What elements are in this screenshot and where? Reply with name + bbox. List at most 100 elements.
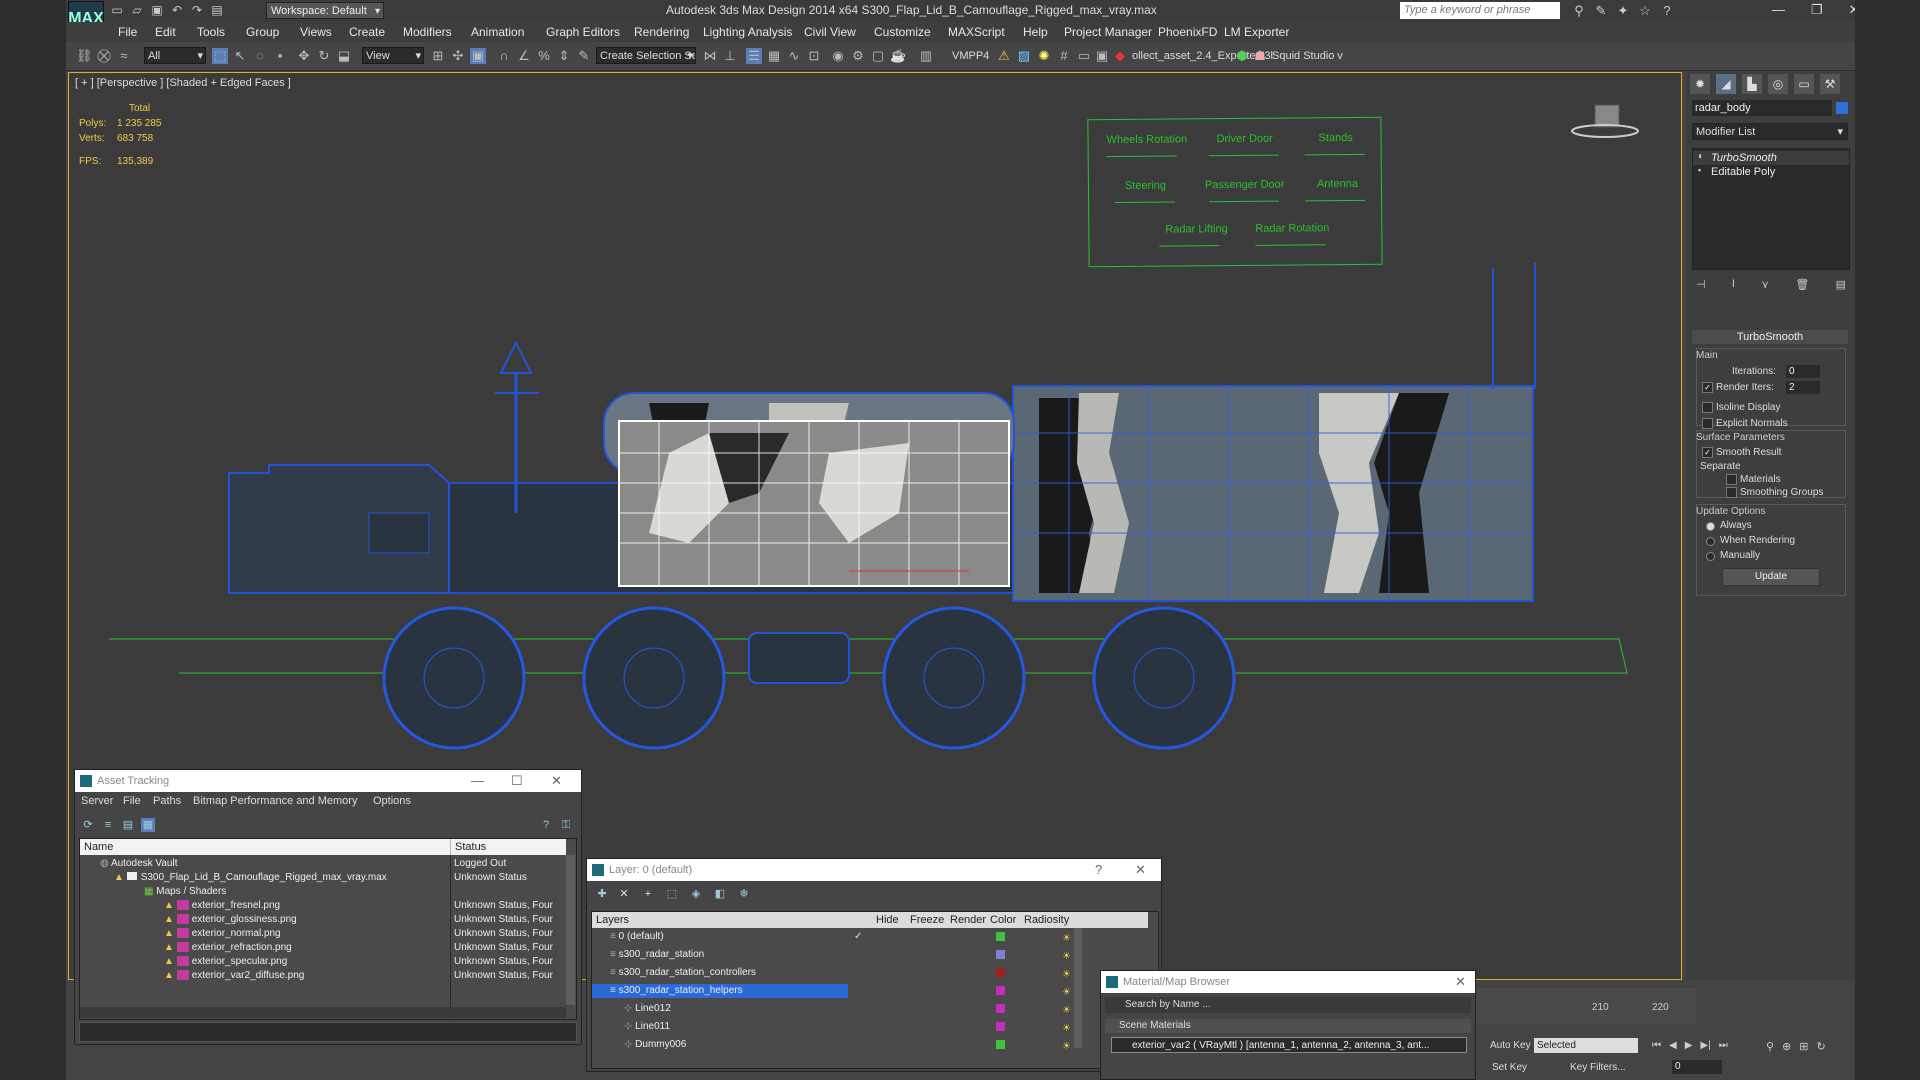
table-view-icon[interactable]: ▦ (141, 818, 155, 832)
render-setup-icon[interactable]: ⚙ (850, 48, 866, 64)
when-rendering-radio[interactable] (1706, 537, 1715, 546)
control-radar-rotation[interactable]: Radar Rotation (1255, 222, 1329, 235)
layer-row[interactable]: ⊹ Line012 (624, 1002, 794, 1016)
search-input[interactable]: Type a keyword or phrase (1400, 2, 1560, 19)
active-layer-check-icon[interactable]: ✓ (854, 930, 868, 944)
at-menu-options[interactable]: Options (373, 795, 411, 807)
tree-view-icon[interactable]: ▤ (121, 818, 135, 832)
table-row[interactable]: ▲ exterior_glossiness.png (164, 913, 444, 927)
material-search-input[interactable]: Search by Name ... (1105, 997, 1471, 1013)
play-icon[interactable]: ▶ (1685, 1040, 1693, 1051)
menu-rendering[interactable]: Rendering (634, 25, 689, 39)
control-driver-door[interactable]: Driver Door (1216, 133, 1272, 145)
binoculars-icon[interactable]: ⚲ (1572, 3, 1586, 19)
table-row[interactable]: ▲ exterior_refraction.png (164, 941, 444, 955)
refresh-icon[interactable]: ⟳ (81, 818, 95, 832)
workspace-dropdown[interactable]: Workspace: Default (266, 2, 384, 20)
grid-icon[interactable]: # (1056, 48, 1072, 64)
remove-modifier-icon[interactable]: 🗑 (1795, 278, 1809, 291)
pin-stack-icon[interactable]: ⊣ (1696, 278, 1706, 291)
undo-icon[interactable]: ↶ (170, 3, 184, 17)
menu-file[interactable]: File (118, 25, 137, 39)
layer-color-swatch[interactable] (996, 932, 1005, 941)
layer-vertical-scrollbar[interactable] (1074, 928, 1082, 1048)
select-scale-icon[interactable]: ⬓ (336, 48, 352, 64)
layer-col-color[interactable]: Color (986, 912, 1020, 928)
help-icon[interactable]: ? (1660, 3, 1674, 19)
help-tracking-icon[interactable]: ? (539, 818, 553, 832)
minimize-icon[interactable]: — (1772, 2, 1785, 18)
favorites-star-icon[interactable]: ☆ (1638, 3, 1652, 19)
separate-materials-checkbox[interactable] (1726, 474, 1737, 485)
select-move-icon[interactable]: ✥ (296, 48, 312, 64)
col-name[interactable]: Name (80, 839, 450, 855)
asset-path-field[interactable] (79, 1022, 577, 1042)
layer-row[interactable]: ≡ s300_radar_station_controllers (610, 966, 800, 980)
utilities-tab-icon[interactable]: ⚒ (1820, 74, 1840, 94)
table-row[interactable]: ▲ exterior_var2_diffuse.png (164, 969, 444, 983)
asset-horizontal-scrollbar[interactable] (80, 1007, 566, 1018)
table-row[interactable]: ▲ exterior_normal.png (164, 927, 444, 941)
auto-key-button[interactable]: Auto Key (1490, 1040, 1531, 1051)
percent-snap-icon[interactable]: % (536, 48, 552, 64)
region-select-icon[interactable]: ◌ (252, 48, 268, 64)
select-by-name-icon[interactable]: ↖ (232, 48, 248, 64)
col-status[interactable]: Status (450, 839, 566, 855)
configure-modifier-sets-icon[interactable]: ▤ (1836, 278, 1846, 291)
tools-icon[interactable]: ✎ (1594, 3, 1608, 19)
menu-views[interactable]: Views (300, 25, 332, 39)
image-icon[interactable]: ▨ (1016, 48, 1032, 64)
select-rotate-icon[interactable]: ↻ (316, 48, 332, 64)
layer-col-radiosity[interactable]: Radiosity (1020, 912, 1148, 928)
zoom-all-icon[interactable]: ⊕ (1782, 1040, 1791, 1053)
material-browser-close-icon[interactable]: ✕ (1455, 971, 1466, 993)
next-frame-icon[interactable]: ▶| (1700, 1040, 1710, 1051)
layer-color-swatch[interactable] (996, 1004, 1005, 1013)
pivot-center-icon[interactable]: ⊞ (430, 48, 446, 64)
layer-row[interactable]: ≡ s300_radar_station (610, 948, 800, 962)
zoom-icon[interactable]: ⚲ (1766, 1040, 1774, 1053)
table-row[interactable]: ▲ S300_Flap_Lid_B_Camouflage_Rigged_max_… (114, 871, 444, 885)
menu-group[interactable]: Group (246, 25, 279, 39)
control-antenna[interactable]: Antenna (1317, 178, 1358, 190)
new-file-icon[interactable]: ▭ (110, 3, 124, 17)
lightbulb-icon[interactable]: ◐ (1698, 151, 1704, 162)
menu-modifiers[interactable]: Modifiers (403, 25, 452, 39)
schematic-view-icon[interactable]: ⊡ (806, 48, 822, 64)
vmpp-label[interactable]: VMPP4 (952, 50, 989, 62)
viewport-icon[interactable]: ▣ (1094, 48, 1110, 64)
orbit-icon[interactable]: ↻ (1817, 1040, 1826, 1053)
render-iters-spinner[interactable]: 2 (1786, 381, 1820, 394)
vault-icon[interactable]: ⚿ (559, 818, 573, 832)
selection-filter-dropdown[interactable]: All (144, 47, 206, 64)
layer-close-icon[interactable]: ✕ (1135, 859, 1146, 881)
curve-editor-icon[interactable]: ∿ (786, 48, 802, 64)
prev-frame-icon[interactable]: ◀ (1669, 1040, 1677, 1051)
update-button[interactable]: Update (1722, 568, 1820, 586)
timeline-ruler[interactable]: 210 220 (1476, 988, 1696, 1024)
light-bulb-icon[interactable]: ✺ (1036, 48, 1052, 64)
key-filters-button[interactable]: Key Filters... (1570, 1062, 1626, 1073)
at-menu-server[interactable]: Server (81, 795, 113, 807)
dialog-minimize-icon[interactable]: — (471, 770, 484, 792)
control-wheels-rotation[interactable]: Wheels Rotation (1106, 133, 1187, 146)
isoline-checkbox[interactable] (1702, 402, 1713, 413)
menu-civil-view[interactable]: Civil View (804, 25, 856, 39)
warning-icon[interactable]: ⚠ (996, 48, 1012, 64)
menu-customize[interactable]: Customize (874, 25, 931, 39)
iterations-spinner[interactable]: 0 (1786, 365, 1820, 378)
signin-icon[interactable]: ✦ (1616, 3, 1630, 19)
reference-coordinate-dropdown[interactable]: View (362, 47, 424, 64)
graphite-ribbon-icon[interactable]: ▦ (766, 48, 782, 64)
layer-row-selected[interactable]: ≡ s300_radar_station_helpers (592, 984, 848, 998)
delete-layer-icon[interactable]: ✕ (617, 887, 631, 901)
exporter-icon[interactable]: ◆ (1112, 48, 1128, 64)
layer-row[interactable]: ≡ 0 (default) (610, 930, 800, 944)
restore-icon[interactable]: ❐ (1811, 2, 1823, 18)
at-menu-paths[interactable]: Paths (153, 795, 181, 807)
dialog-close-icon[interactable]: ✕ (551, 770, 562, 792)
freeze-all-icon[interactable]: ❄ (737, 887, 751, 901)
at-menu-bitmap[interactable]: Bitmap Performance and Memory (193, 795, 357, 807)
menu-phoenixfd[interactable]: PhoenixFD (1158, 25, 1217, 39)
make-unique-icon[interactable]: ⋎ (1761, 278, 1769, 291)
